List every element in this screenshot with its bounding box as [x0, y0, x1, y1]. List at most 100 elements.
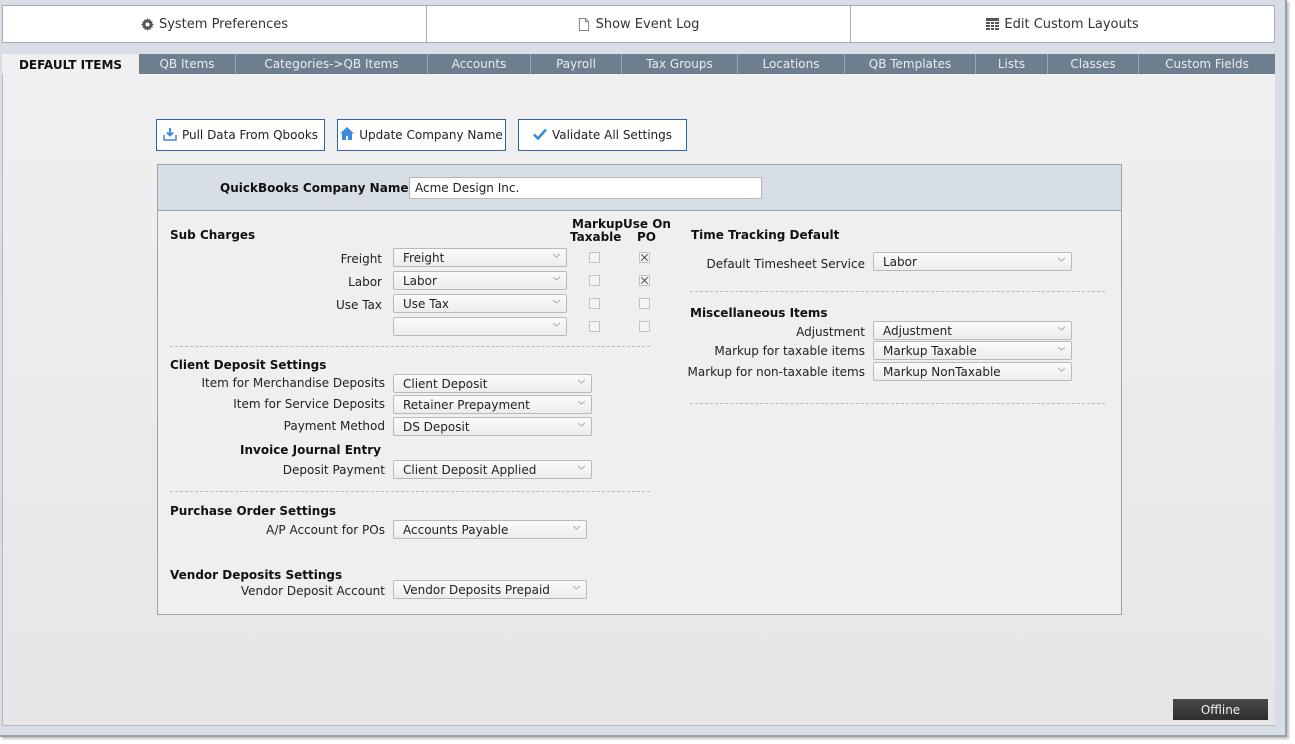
validate-settings-label: Validate All Settings — [551, 128, 673, 142]
markup-taxable-label: Markup for taxable items — [714, 344, 865, 358]
vendor-deposit-account-select[interactable]: Vendor Deposits Prepaid — [393, 580, 587, 599]
labor-use-on-po-checkbox[interactable] — [639, 275, 650, 286]
chevron-down-icon — [578, 400, 585, 405]
tab-custom-fields[interactable]: Custom Fields — [1139, 54, 1275, 74]
purchase-order-heading: Purchase Order Settings — [170, 504, 337, 518]
update-company-name-button[interactable]: Update Company Name — [337, 119, 506, 151]
tab-payroll[interactable]: Payroll — [531, 54, 622, 74]
vendor-deposits-heading: Vendor Deposits Settings — [170, 568, 343, 582]
freight-select-value: Freight — [403, 251, 445, 265]
deposit-payment-select[interactable]: Client Deposit Applied — [393, 460, 592, 479]
payment-method-label: Payment Method — [283, 419, 385, 433]
ap-account-select[interactable]: Accounts Payable — [393, 520, 587, 539]
use-tax-markup-taxable-checkbox[interactable] — [589, 298, 600, 309]
timesheet-service-label: Default Timesheet Service — [706, 257, 865, 271]
tab-qb-templates[interactable]: QB Templates — [845, 54, 976, 74]
edit-custom-layouts-button[interactable]: Edit Custom Layouts — [851, 6, 1274, 42]
markup-header-line2: Taxable — [570, 230, 622, 244]
freight-use-on-po-checkbox[interactable] — [639, 252, 650, 263]
company-name-row: QuickBooks Company Name Acme Design Inc. — [158, 165, 1121, 211]
chevron-down-icon — [553, 322, 560, 327]
tab-tax-groups[interactable]: Tax Groups — [622, 54, 738, 74]
markup-nontaxable-label: Markup for non-taxable items — [687, 365, 865, 379]
chevron-down-icon — [1058, 367, 1065, 372]
chevron-down-icon — [573, 585, 580, 590]
timesheet-service-select[interactable]: Labor — [873, 252, 1072, 271]
default-items-content: Pull Data From Qbooks Update Company Nam… — [2, 74, 1275, 726]
tab-categories-qb-items[interactable]: Categories->QB Items — [236, 54, 428, 74]
divider — [690, 403, 1105, 404]
chevron-down-icon — [578, 379, 585, 384]
tab-accounts[interactable]: Accounts — [428, 54, 531, 74]
labor-select[interactable]: Labor — [393, 271, 567, 290]
tab-qb-items[interactable]: QB Items — [139, 54, 236, 74]
divider — [170, 491, 650, 492]
checkmark-icon — [533, 128, 547, 143]
service-deposits-label: Item for Service Deposits — [233, 397, 385, 411]
top-toolbar: System Preferences Show Event Log Edit C… — [2, 5, 1275, 43]
payment-method-select[interactable]: DS Deposit — [393, 417, 592, 436]
update-company-name-label: Update Company Name — [359, 128, 503, 142]
adjustment-label: Adjustment — [796, 325, 865, 339]
settings-tabs: DEFAULT ITEMS QB Items Categories->QB It… — [2, 54, 1275, 75]
document-icon — [578, 17, 591, 31]
gear-icon — [140, 17, 154, 31]
chevron-down-icon — [553, 276, 560, 281]
use-on-po-header-line1: Use On — [623, 217, 671, 231]
chevron-down-icon — [578, 422, 585, 427]
labor-markup-taxable-checkbox[interactable] — [589, 275, 600, 286]
service-deposits-select[interactable]: Retainer Prepayment — [393, 395, 592, 414]
sub-charges-heading: Sub Charges — [170, 228, 256, 242]
merch-deposits-label: Item for Merchandise Deposits — [201, 376, 385, 390]
freight-markup-taxable-checkbox[interactable] — [589, 252, 600, 263]
connection-status-badge: Offline — [1173, 699, 1268, 720]
system-preferences-label: System Preferences — [158, 16, 289, 32]
download-icon — [163, 127, 177, 144]
misc-items-heading: Miscellaneous Items — [690, 306, 828, 320]
markup-nontaxable-select[interactable]: Markup NonTaxable — [873, 362, 1072, 381]
service-deposits-value: Retainer Prepayment — [403, 398, 530, 412]
extra-use-on-po-checkbox[interactable] — [639, 321, 650, 332]
use-tax-select[interactable]: Use Tax — [393, 294, 567, 313]
pull-data-label: Pull Data From Qbooks — [181, 128, 319, 142]
tab-default-items[interactable]: DEFAULT ITEMS — [2, 54, 139, 75]
tab-locations[interactable]: Locations — [738, 54, 845, 74]
table-icon — [986, 17, 1000, 31]
use-tax-use-on-po-checkbox[interactable] — [639, 298, 650, 309]
show-event-log-button[interactable]: Show Event Log — [427, 6, 851, 42]
merch-deposits-select[interactable]: Client Deposit — [393, 374, 592, 393]
home-icon — [340, 127, 355, 143]
default-items-panel: QuickBooks Company Name Acme Design Inc.… — [157, 164, 1122, 615]
company-name-input[interactable]: Acme Design Inc. — [409, 177, 762, 199]
validate-settings-button[interactable]: Validate All Settings — [518, 119, 687, 151]
chevron-down-icon — [553, 299, 560, 304]
tab-lists[interactable]: Lists — [976, 54, 1048, 74]
show-event-log-label: Show Event Log — [595, 16, 700, 32]
client-deposit-heading: Client Deposit Settings — [170, 358, 327, 372]
markup-taxable-select[interactable]: Markup Taxable — [873, 341, 1072, 360]
extra-subcharge-select[interactable] — [393, 317, 567, 336]
invoice-journal-heading: Invoice Journal Entry — [240, 443, 381, 457]
ap-account-label: A/P Account for POs — [266, 523, 385, 537]
pull-data-button[interactable]: Pull Data From Qbooks — [156, 119, 325, 151]
chevron-down-icon — [578, 465, 585, 470]
labor-label: Labor — [348, 275, 382, 289]
extra-markup-taxable-checkbox[interactable] — [589, 321, 600, 332]
chevron-down-icon — [573, 525, 580, 530]
ap-account-value: Accounts Payable — [403, 523, 509, 537]
adjustment-value: Adjustment — [883, 324, 952, 338]
markup-header-line1: Markup — [572, 217, 624, 231]
tab-classes[interactable]: Classes — [1048, 54, 1139, 74]
freight-select[interactable]: Freight — [393, 248, 567, 267]
vendor-deposit-account-label: Vendor Deposit Account — [240, 584, 385, 598]
divider — [170, 346, 650, 347]
vendor-deposit-account-value: Vendor Deposits Prepaid — [403, 583, 550, 597]
chevron-down-icon — [553, 253, 560, 258]
system-preferences-button[interactable]: System Preferences — [3, 6, 427, 42]
edit-custom-layouts-label: Edit Custom Layouts — [1004, 16, 1139, 32]
time-tracking-heading: Time Tracking Default — [691, 228, 840, 242]
deposit-payment-value: Client Deposit Applied — [403, 463, 537, 477]
timesheet-service-value: Labor — [883, 255, 917, 269]
adjustment-select[interactable]: Adjustment — [873, 321, 1072, 340]
chevron-down-icon — [1058, 346, 1065, 351]
